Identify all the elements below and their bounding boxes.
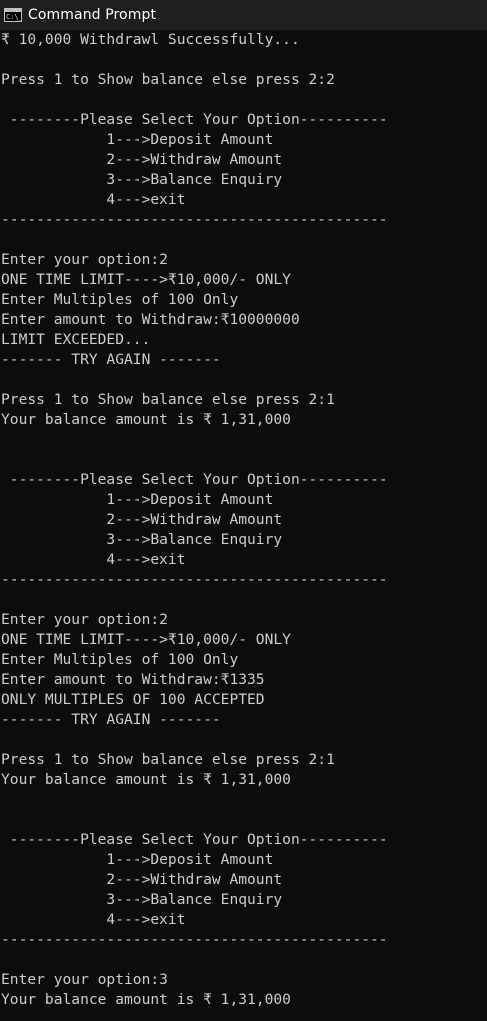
cmd-icon: C:\_	[4, 8, 22, 22]
console-line: Press 1 to Show balance else press 2:1	[1, 751, 335, 768]
console-line: 1--->Deposit Amount	[1, 491, 274, 508]
console-line: ----------------------------------------…	[1, 571, 388, 588]
console-line: --------Please Select Your Option-------…	[1, 831, 388, 848]
console-line: 3--->Balance Enquiry	[1, 171, 283, 188]
console-line: 1--->Deposit Amount	[1, 131, 274, 148]
console-line: ₹ 10,000 Withdrawl Successfully...	[1, 31, 300, 48]
console-line: Your balance amount is ₹ 1,31,000	[1, 771, 291, 788]
console-line: Enter Multiples of 100 Only	[1, 291, 239, 308]
console-line: 4--->exit	[1, 551, 186, 568]
console-line: Enter Multiples of 100 Only	[1, 651, 239, 668]
console-line: --------Please Select Your Option-------…	[1, 111, 388, 128]
console-line: Press 1 to Show balance else press 2:2	[1, 71, 335, 88]
console-line: Enter your option:2	[1, 611, 168, 628]
console-line: Enter your option:2	[1, 251, 168, 268]
console-line: 2--->Withdraw Amount	[1, 871, 283, 888]
console-line: 2--->Withdraw Amount	[1, 151, 283, 168]
window-title: Command Prompt	[28, 7, 157, 23]
console-line: LIMIT EXCEEDED...	[1, 331, 151, 348]
console-line: Enter your option:3	[1, 971, 168, 988]
console-line: 3--->Balance Enquiry	[1, 531, 283, 548]
console-output[interactable]: ₹ 10,000 Withdrawl Successfully... Press …	[0, 30, 487, 1021]
console-line: Your balance amount is ₹ 1,31,000	[1, 991, 291, 1008]
console-line: ----------------------------------------…	[1, 211, 388, 228]
console-line: ----------------------------------------…	[1, 931, 388, 948]
console-line: Press 1 to Show balance else press 2:1	[1, 391, 335, 408]
console-line: ------- TRY AGAIN -------	[1, 351, 221, 368]
console-line: ONLY MULTIPLES OF 100 ACCEPTED	[1, 691, 265, 708]
console-line: 3--->Balance Enquiry	[1, 891, 283, 908]
console-line: ------- TRY AGAIN -------	[1, 711, 221, 728]
console-line: ONE TIME LIMIT---->₹10,000/- ONLY	[1, 271, 291, 288]
title-bar[interactable]: C:\_ Command Prompt	[0, 0, 487, 30]
console-line: Enter amount to Withdraw:₹10000000	[1, 311, 300, 328]
console-line: 4--->exit	[1, 191, 186, 208]
console-line: Enter amount to Withdraw:₹1335	[1, 671, 265, 688]
command-prompt-window: C:\_ Command Prompt ₹ 10,000 Withdrawl S…	[0, 0, 487, 1021]
console-line: 4--->exit	[1, 911, 186, 928]
console-line: ONE TIME LIMIT---->₹10,000/- ONLY	[1, 631, 291, 648]
console-line: 1--->Deposit Amount	[1, 851, 274, 868]
console-line: 2--->Withdraw Amount	[1, 511, 283, 528]
console-line: --------Please Select Your Option-------…	[1, 471, 388, 488]
console-line: Your balance amount is ₹ 1,31,000	[1, 411, 291, 428]
